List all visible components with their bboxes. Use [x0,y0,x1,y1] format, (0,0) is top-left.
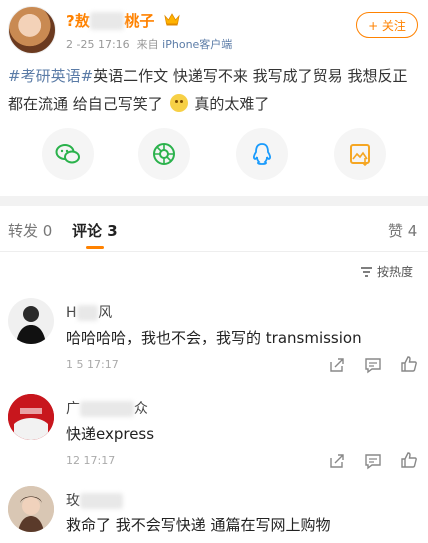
tab-comments[interactable]: 评论 3 [72,220,118,241]
sort-icon [361,266,372,277]
comment-item: 玫████ 救命了 我不会写快递 通篇在写网上购物 [0,484,428,543]
commenter-name[interactable]: 玫████ [66,490,124,510]
like-icon[interactable] [400,451,418,469]
weibo-post: ?敖███桃子 2 -25 17:16 来自 iPhone客户端 + 关注 #考… [0,0,428,196]
commenter-name-redacted: ████ [80,493,124,509]
share-wechat[interactable] [42,128,94,180]
moments-icon [153,143,175,165]
share-moments[interactable] [138,128,190,180]
sort-label: 按热度 [377,265,414,279]
commenter-name-start: H [66,305,77,321]
topic-tag[interactable]: #考研英语# [8,67,93,85]
comment-time: 12 17:17 [66,454,116,467]
commenter-name-redacted: ██ [76,305,99,321]
section-divider [0,196,428,206]
comment-text: 哈哈哈哈，我也不会，我写的 transmission [66,329,362,347]
author-name[interactable]: ?敖███桃子 [66,10,154,31]
vip-crown-icon [164,13,180,26]
save-image-icon [350,144,370,167]
follow-button[interactable]: + 关注 [356,12,418,38]
author-avatar[interactable] [8,6,56,54]
repost-icon[interactable] [328,356,346,374]
post-meta: 2 -25 17:16 来自 iPhone客户端 [66,36,232,52]
commenter-name-start: 广 [66,401,80,417]
commenter-name-end: 众 [133,401,148,417]
share-save-image[interactable] [334,128,386,180]
avatar-image [16,306,46,344]
sort-by-hot-button[interactable]: 按热度 [360,263,413,280]
avatar-image [8,394,54,440]
tab-likes[interactable]: 赞 4 [388,220,417,241]
post-text-part2: 真的太难了 [194,95,270,113]
post-time: 2 -25 17:16 [66,38,130,51]
commenter-avatar[interactable] [8,298,54,344]
commenter-name-end: 风 [98,305,113,321]
tab-repost[interactable]: 转发 0 [8,220,52,241]
comment-item: H██风 哈哈哈哈，我也不会，我写的 transmission 1 5 17:1… [0,296,428,386]
like-icon[interactable] [400,355,418,373]
reply-icon[interactable] [364,356,382,374]
interaction-tabs: 转发 0 评论 3 赞 4 [0,206,428,252]
avatar-image [8,486,54,532]
smile-emoji-icon [169,94,188,112]
author-name-redacted: ███ [89,12,125,30]
commenter-name-start: 玫 [66,493,80,509]
comment-text: 救命了 我不会写快递 通篇在写网上购物 [66,516,331,534]
qq-icon [253,143,271,165]
comment-text: 快递express [66,425,155,443]
source-prefix: 来自 [136,38,159,51]
author-name-end: 桃子 [124,12,155,30]
repost-icon[interactable] [328,452,346,470]
share-qq[interactable] [236,128,288,180]
post-body: #考研英语#英语二作文 快递写不来 我写成了贸易 我想反正都在流通 给自己写笑了… [8,62,420,118]
share-row [0,128,428,180]
post-source[interactable]: iPhone客户端 [162,38,232,51]
commenter-name-redacted: █████ [80,401,134,417]
commenter-avatar[interactable] [8,486,54,532]
comment-time: 1 5 17:17 [66,358,119,371]
author-name-start: ?敖 [66,12,90,30]
commenter-avatar[interactable] [8,394,54,440]
reply-icon[interactable] [364,452,382,470]
commenter-name[interactable]: 广█████众 [66,398,148,418]
commenter-name[interactable]: H██风 [66,302,112,322]
comment-item: 广█████众 快递express 12 17:17 [0,392,428,482]
active-tab-indicator [86,246,104,249]
wechat-icon [55,144,80,164]
